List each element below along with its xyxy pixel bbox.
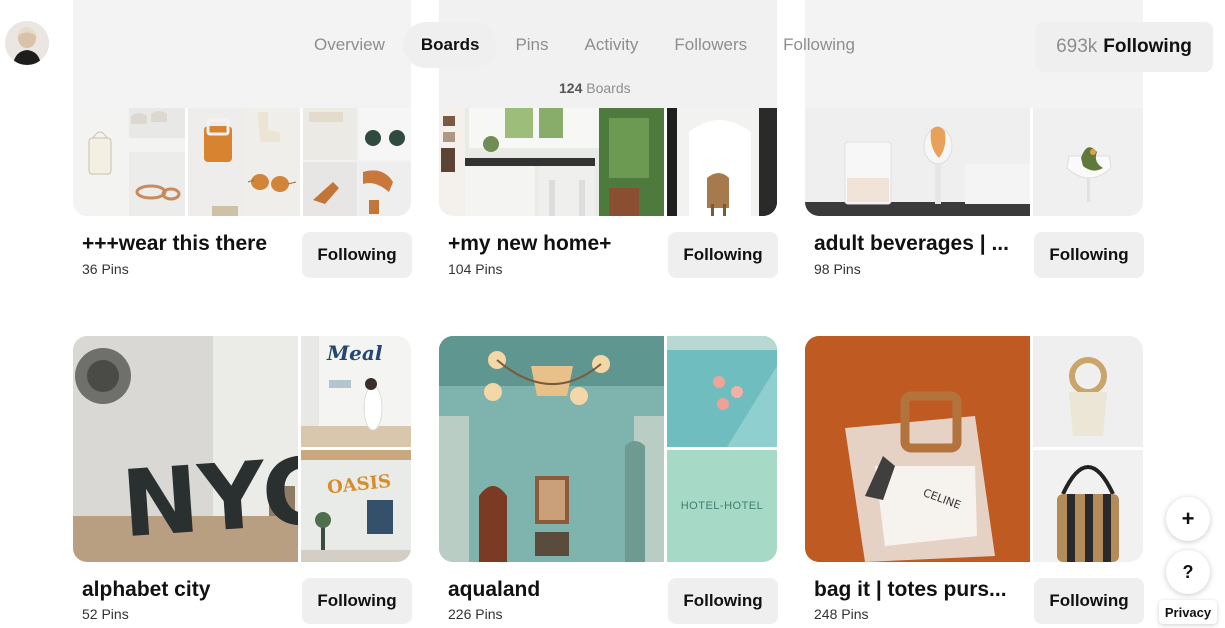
sunglasses-image: [303, 108, 411, 216]
cover-image: [805, 108, 1030, 216]
board-following-button[interactable]: Following: [1034, 578, 1144, 624]
wine-glass-image: [1033, 108, 1143, 216]
cover-image: NYC: [73, 336, 298, 562]
cover-image: [188, 108, 300, 216]
avatar[interactable]: [5, 21, 49, 65]
tote-bag-image: [73, 108, 185, 216]
teal-room-chandelier-image: [439, 336, 664, 562]
board-title[interactable]: alphabet city: [82, 578, 210, 602]
cover-image: [1033, 336, 1143, 447]
privacy-link[interactable]: Privacy: [1159, 600, 1217, 624]
create-plus-button[interactable]: +: [1166, 497, 1210, 541]
cover-image: CELINE: [805, 336, 1030, 562]
board-following-button[interactable]: Following: [668, 578, 778, 624]
oasis-sign-image: OASIS: [301, 450, 411, 562]
cover-image: [1033, 108, 1143, 216]
board-cover[interactable]: [73, 108, 411, 216]
cover-image: [667, 108, 777, 216]
board-pin-count: 36 Pins: [82, 261, 129, 277]
tab-pins[interactable]: Pins: [497, 22, 566, 68]
cover-image: [303, 108, 411, 216]
board-cover[interactable]: HOTEL-HOTEL: [439, 336, 777, 562]
avatar-image: [5, 21, 49, 65]
cover-image: [439, 108, 664, 216]
hotel-sign-text: HOTEL-HOTEL: [680, 500, 764, 512]
board-cover[interactable]: NYC Meal OASIS: [73, 336, 411, 562]
plus-icon: +: [1181, 506, 1195, 531]
board-following-button[interactable]: Following: [668, 232, 778, 278]
kitchen-image: [439, 108, 664, 216]
board-pin-count: 226 Pins: [448, 606, 503, 622]
meal-sign-text: Meal: [326, 341, 383, 365]
board-title[interactable]: bag it | totes purs...: [814, 578, 1007, 602]
question-mark-icon: ?: [1182, 561, 1194, 582]
board-pin-count: 104 Pins: [448, 261, 503, 277]
board-following-button[interactable]: Following: [302, 232, 412, 278]
board-title[interactable]: +my new home+: [448, 232, 611, 256]
following-count: 693k: [1056, 36, 1098, 57]
board-following-button[interactable]: Following: [302, 578, 412, 624]
board-pin-count: 98 Pins: [814, 261, 861, 277]
orange-bag-image: [188, 108, 300, 216]
archway-chair-image: [667, 108, 777, 216]
board-count-label: Boards: [586, 80, 631, 96]
board-title[interactable]: +++wear this there: [82, 232, 267, 256]
board-pin-count: 52 Pins: [82, 606, 129, 622]
nyc-sign-text: NYC: [118, 437, 298, 558]
following-label: Following: [1103, 36, 1192, 57]
board-cover[interactable]: [439, 108, 777, 216]
cover-image: Meal: [301, 336, 411, 447]
cover-image: [73, 108, 185, 216]
board-cover[interactable]: CELINE: [805, 336, 1143, 562]
bucket-bag-image: [1033, 336, 1143, 447]
cover-image: [667, 336, 777, 447]
tab-following[interactable]: Following: [765, 22, 873, 68]
tab-activity[interactable]: Activity: [567, 22, 657, 68]
cocktail-glass-image: [805, 108, 1030, 216]
help-button[interactable]: ?: [1166, 550, 1210, 594]
pool-flowers-image: [667, 336, 777, 447]
board-title[interactable]: aqualand: [448, 578, 540, 602]
beaded-bag-image: [1033, 450, 1143, 562]
tab-boards[interactable]: Boards: [402, 22, 498, 68]
cover-image: HOTEL-HOTEL: [667, 450, 777, 562]
cover-image: [1033, 450, 1143, 562]
cover-image: OASIS: [301, 450, 411, 562]
tab-followers[interactable]: Followers: [656, 22, 765, 68]
board-cover[interactable]: [805, 108, 1143, 216]
board-following-button[interactable]: Following: [1034, 232, 1144, 278]
profile-tabs: Overview Boards Pins Activity Followers …: [296, 22, 873, 68]
following-count-button[interactable]: 693k Following: [1035, 22, 1213, 72]
board-pin-count: 248 Pins: [814, 606, 869, 622]
board-title[interactable]: adult beverages | ...: [814, 232, 1009, 256]
board-count: 124 Boards: [559, 80, 631, 96]
nyc-letters-image: NYC: [73, 336, 298, 562]
clear-tote-image: CELINE: [805, 336, 1030, 562]
tab-overview[interactable]: Overview: [296, 22, 403, 68]
meal-cafe-image: Meal: [301, 336, 411, 447]
board-count-number: 124: [559, 80, 583, 96]
cover-image: [439, 336, 664, 562]
